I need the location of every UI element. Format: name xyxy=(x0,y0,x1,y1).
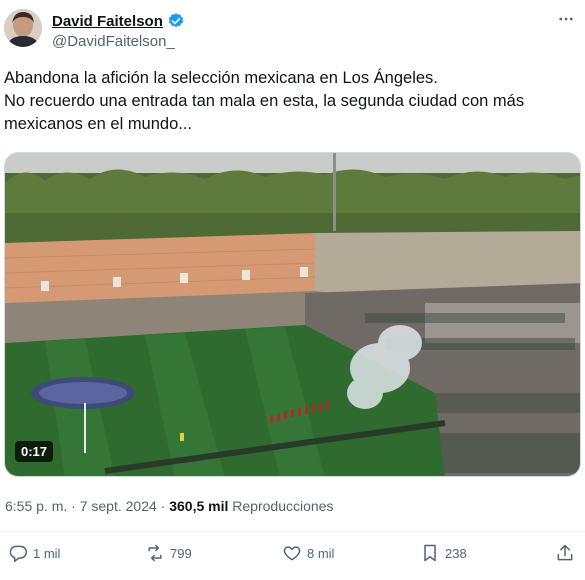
video-duration: 0:17 xyxy=(15,441,54,462)
tweet-text-line: mexicanos en el mundo... xyxy=(4,115,193,133)
stadium-video-frame xyxy=(5,153,580,476)
tweet-time[interactable]: 6:55 p. m. xyxy=(5,498,67,514)
avatar[interactable] xyxy=(4,9,42,47)
repost-count: 799 xyxy=(170,545,192,561)
action-bar: 1 mil 799 8 mil 238 xyxy=(0,543,585,571)
like-button[interactable]: 8 mil xyxy=(282,543,334,563)
views-count: 360,5 mil xyxy=(169,498,229,514)
more-options-icon[interactable] xyxy=(557,10,575,33)
verified-badge-icon xyxy=(167,12,185,30)
bookmark-count: 238 xyxy=(445,545,467,561)
tweet-text: Abandona la afición la selección mexican… xyxy=(4,67,576,136)
tweet-text-line: Abandona la afición la selección mexican… xyxy=(4,69,438,87)
divider xyxy=(0,531,585,532)
share-button[interactable] xyxy=(555,543,575,563)
tweet-date[interactable]: 7 sept. 2024 xyxy=(80,498,157,514)
reply-icon xyxy=(9,545,28,563)
repost-button[interactable]: 799 xyxy=(145,543,192,563)
views-label: Reproducciones xyxy=(232,498,334,514)
repost-icon xyxy=(148,544,162,562)
meta-separator: · xyxy=(71,498,76,514)
like-count: 8 mil xyxy=(307,545,335,561)
bookmark-button[interactable]: 238 xyxy=(420,543,467,563)
tweet-meta: 6:55 p. m. · 7 sept. 2024 · 360,5 mil Re… xyxy=(5,498,333,514)
heart-icon xyxy=(283,546,301,561)
share-icon xyxy=(557,544,573,561)
video-player[interactable]: 0:17 xyxy=(4,152,581,477)
bookmark-icon xyxy=(424,544,436,562)
reply-button[interactable]: 1 mil xyxy=(8,543,60,563)
author-name[interactable]: David Faitelson xyxy=(52,13,163,30)
author-handle[interactable]: @DavidFaitelson_ xyxy=(52,33,175,50)
author-row: David Faitelson xyxy=(52,11,185,31)
tweet-card: David Faitelson @DavidFaitelson_ Abandon… xyxy=(0,0,585,580)
tweet-text-line: No recuerdo una entrada tan mala en esta… xyxy=(4,92,525,110)
reply-count: 1 mil xyxy=(33,545,61,561)
meta-separator: · xyxy=(160,498,166,514)
